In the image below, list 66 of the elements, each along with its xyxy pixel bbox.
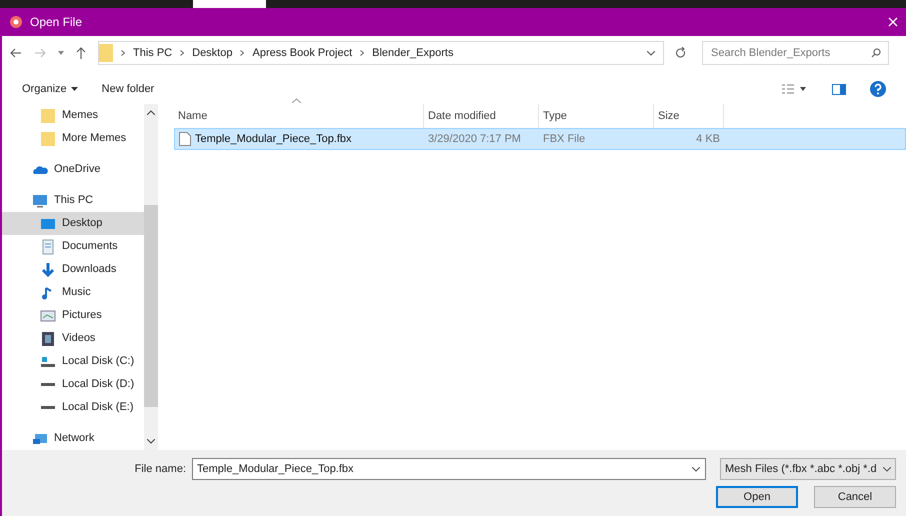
open-button[interactable]: Open [716, 486, 798, 508]
close-icon[interactable] [888, 17, 898, 27]
documents-icon [40, 238, 56, 254]
help-icon[interactable] [870, 81, 886, 97]
sidebar-item[interactable]: This PC [2, 189, 144, 212]
view-options-icon[interactable] [782, 84, 808, 94]
downloads-icon [40, 262, 56, 278]
refresh-icon[interactable] [676, 47, 686, 59]
file-name-field[interactable]: Temple_Modular_Piece_Top.fbx [192, 458, 706, 480]
scrollbar[interactable] [144, 104, 158, 450]
chevron-right-icon [180, 50, 184, 56]
app-icon [10, 16, 22, 28]
sidebar-item[interactable]: Local Disk (C:) [2, 350, 144, 373]
chevron-down-icon[interactable] [692, 467, 700, 472]
chevron-right-icon [121, 50, 125, 56]
file-name-label: File name: [134, 462, 186, 477]
caret-icon [70, 87, 78, 91]
search-icon [871, 48, 881, 58]
breadcrumb-item[interactable]: Desktop [192, 44, 232, 62]
dropdown-icon[interactable] [58, 51, 64, 55]
pc-icon [32, 192, 48, 208]
sidebar-item[interactable]: Local Disk (D:) [2, 373, 144, 396]
sidebar-item[interactable]: Desktop [2, 212, 144, 235]
chevron-down-icon [883, 466, 891, 472]
back-icon[interactable] [10, 48, 22, 58]
file-type-text: Mesh Files (*.fbx *.abc *.obj *.d [725, 462, 878, 477]
folder-icon [99, 44, 113, 62]
window-title: Open File [30, 14, 82, 31]
breadcrumb-item[interactable]: This PC [133, 44, 172, 62]
sidebar-item[interactable]: OneDrive [2, 158, 144, 181]
chevron-right-icon [240, 50, 244, 56]
sidebar-item[interactable]: Network [2, 427, 144, 450]
preview-pane-icon[interactable] [832, 84, 846, 94]
sidebar-item[interactable]: More Memes [2, 127, 144, 150]
organize-button[interactable]: Organize [22, 80, 78, 98]
table-cell-text: Temple_Modular_Piece_Top.fbx [195, 132, 352, 147]
file-row[interactable]: Temple_Modular_Piece_Top.fbx 3/29/2020 7:17 PM FBX File 4 KB [174, 128, 906, 150]
new-folder-button[interactable]: New folder [102, 80, 154, 98]
folder-icon [40, 108, 56, 124]
videos-icon [40, 330, 56, 346]
scroll-thumb[interactable] [144, 205, 158, 407]
chevron-down-icon[interactable] [647, 50, 655, 56]
file-icon [179, 132, 191, 146]
breadcrumb-item[interactable]: Blender_Exports [372, 44, 454, 62]
scroll-up-icon[interactable] [147, 110, 155, 115]
sidebar-item[interactable]: Memes [2, 104, 144, 127]
table-cell-text: 3/29/2020 7:17 PM [427, 132, 522, 147]
sort-ascending-icon [292, 98, 301, 103]
table-cell-text: 4 KB [695, 132, 721, 147]
search-field[interactable]: Search Blender_Exports [702, 41, 889, 65]
chevron-right-icon [360, 50, 364, 56]
pictures-icon [40, 308, 56, 324]
sidebar-item[interactable]: Downloads [2, 258, 144, 281]
sidebar-item[interactable]: Videos [2, 327, 144, 350]
sidebar-item[interactable]: Music [2, 281, 144, 304]
address-bar[interactable]: This PC Desktop Apress Book Project Blender_Exports [98, 41, 664, 65]
folder-icon [40, 130, 56, 146]
sidebar-item[interactable]: Local Disk (E:) [2, 396, 144, 419]
up-icon[interactable] [76, 47, 86, 59]
breadcrumb-item[interactable]: Apress Book Project [252, 44, 352, 62]
sidebar-item[interactable]: Pictures [2, 304, 144, 327]
scroll-down-icon[interactable] [147, 439, 155, 444]
file-type-dropdown[interactable]: Mesh Files (*.fbx *.abc *.obj *.d [720, 458, 896, 480]
sidebar-item[interactable]: Documents [2, 235, 144, 258]
table-cell-text: FBX File [542, 132, 586, 147]
cancel-button[interactable]: Cancel [814, 486, 896, 508]
